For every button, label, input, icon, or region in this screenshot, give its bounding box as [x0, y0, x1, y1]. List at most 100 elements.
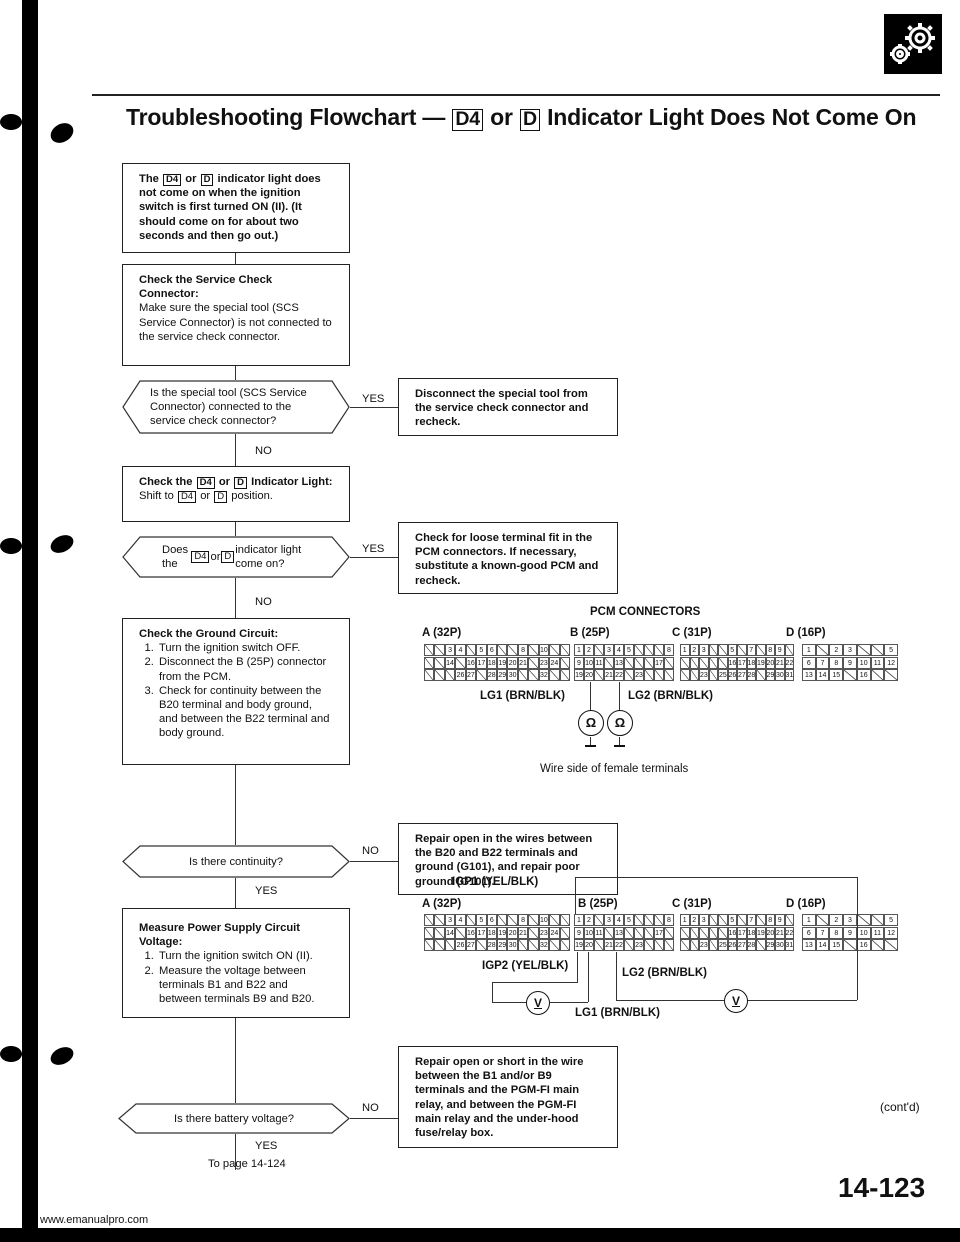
connector-pin-empty	[689, 656, 699, 669]
connector-pin: 17	[654, 656, 664, 669]
connector-pin-empty	[664, 926, 674, 939]
voltmeter-wire	[492, 1002, 526, 1004]
measure-voltage-steps: Turn the ignition switch ON (II). Measur…	[139, 949, 333, 1006]
connector-pin: 3	[699, 914, 709, 926]
binder-hole	[47, 1043, 77, 1069]
connector-pin-empty	[528, 644, 539, 656]
connector-pin: 5	[624, 644, 634, 656]
connector-pin-empty	[444, 669, 456, 681]
binder-hole	[47, 531, 77, 557]
connector-pin: 9	[843, 926, 857, 939]
connector-pin-empty	[708, 656, 718, 669]
connector-pin: 8	[664, 914, 674, 926]
connector-pin-empty	[604, 656, 614, 669]
connector-pin-empty	[708, 914, 718, 926]
connector-pin-empty	[604, 926, 614, 939]
connector-pin-empty	[708, 926, 718, 939]
connector-pin-empty	[528, 926, 539, 939]
connector-pin: 5	[476, 644, 487, 656]
next-page-link[interactable]: To page 14-124	[208, 1158, 286, 1170]
yes-label: YES	[255, 885, 278, 897]
connector-pin-empty	[644, 914, 654, 926]
check-ground-heading: Check the Ground Circuit:	[139, 628, 279, 640]
connector-pin-empty	[594, 914, 604, 926]
connector-pin: 31	[784, 939, 794, 951]
connector-pin: 27	[737, 939, 747, 951]
connector-pin: 16	[856, 669, 871, 681]
page-bottom-edge	[0, 1228, 960, 1242]
connector-pin-empty	[455, 656, 466, 669]
start-condition-box: The D4 or D indicator light does not com…	[122, 163, 350, 253]
d4-key-icon: D4	[163, 174, 182, 186]
connector-pin: 20	[765, 656, 775, 669]
igp1-wire	[857, 877, 859, 1000]
connector-pin-empty	[644, 644, 654, 656]
connector-pin: 9	[775, 644, 785, 656]
connector-pin-empty	[870, 939, 885, 951]
connector-pin: 16	[727, 926, 737, 939]
connector-pin: 15	[829, 669, 844, 681]
check-scs-body: Make sure the special tool (SCS Service …	[139, 302, 332, 343]
connector-pin-empty	[843, 669, 857, 681]
connector-pin-empty	[528, 939, 539, 951]
connector-pin: 22	[784, 656, 794, 669]
connector-pin: 12	[884, 926, 898, 939]
step-item: Check for continuity between the B20 ter…	[157, 684, 333, 741]
voltmeter-icon: V	[724, 989, 748, 1013]
connector-pin: 13	[614, 926, 624, 939]
igp1-wire	[746, 1000, 857, 1002]
connector-pin-empty	[528, 914, 539, 926]
footer-url[interactable]: www.emanualpro.com	[40, 1214, 148, 1226]
connector-pin: 9	[574, 926, 584, 939]
d-key-icon: D	[234, 477, 248, 489]
connector-label-d: D (16P)	[786, 898, 826, 910]
connector-pin: 21	[517, 926, 529, 939]
wire-side-caption: Wire side of female terminals	[540, 763, 689, 775]
connector-pin: 4	[614, 914, 624, 926]
connector-pin: 3	[604, 914, 614, 926]
connector-pin: 12	[884, 656, 898, 669]
voltmeter-icon: V	[526, 991, 550, 1015]
decision-battery-text: Is there battery voltage?	[173, 1112, 295, 1125]
binder-hole	[0, 538, 22, 554]
connector-pin: 11	[594, 926, 604, 939]
decision-battery-voltage: Is there battery voltage?	[118, 1103, 350, 1134]
connector-pin: 28	[486, 669, 497, 681]
decision-indicator-text: Does the D4 or D indicator light come on…	[162, 544, 302, 570]
connector-pin-empty	[737, 914, 747, 926]
check-scs-heading: Check the Service Check Connector:	[139, 274, 273, 301]
check-loose-terminal-text: Check for loose terminal fit in the PCM …	[415, 532, 599, 587]
connector-pin-empty	[476, 669, 487, 681]
connector-pin-empty	[680, 926, 690, 939]
connector-pin: 31	[784, 669, 794, 681]
connector-line	[235, 522, 237, 536]
connector-pin-empty	[634, 914, 644, 926]
connector-pin-empty	[654, 939, 664, 951]
disconnect-scs-box: Disconnect the special tool from the ser…	[398, 378, 618, 436]
connector-pin-empty	[856, 914, 871, 926]
connector-pin: 10	[856, 656, 871, 669]
connector-pin: 29	[765, 939, 775, 951]
connector-line	[350, 557, 398, 559]
connector-pin-empty	[634, 656, 644, 669]
page-number: 14-123	[838, 1172, 926, 1203]
connector-pin: 19	[497, 656, 508, 669]
connector-pin: 2	[584, 644, 594, 656]
connector-pin: 19	[756, 656, 766, 669]
connector-pin: 17	[654, 926, 664, 939]
connector-pin: 10	[584, 926, 594, 939]
connector-pin: 16	[727, 656, 737, 669]
igp2-label: IGP2 (YEL/BLK)	[482, 960, 569, 972]
decision-continuity-text: Is there continuity?	[189, 855, 283, 868]
connector-pin-empty	[559, 644, 570, 656]
connector-pin: 3	[843, 914, 857, 926]
connector-pin-empty	[654, 669, 664, 681]
connector-pin: 4	[614, 644, 624, 656]
connector-pin: 17	[737, 926, 747, 939]
connector-pin: 13	[802, 669, 816, 681]
connector-pin: 11	[870, 656, 885, 669]
decision-continuity: Is there continuity?	[122, 845, 350, 878]
connector-pin-empty	[594, 644, 604, 656]
connector-pin-empty	[549, 914, 560, 926]
step-item: Measure the voltage between terminals B1…	[157, 964, 333, 1007]
